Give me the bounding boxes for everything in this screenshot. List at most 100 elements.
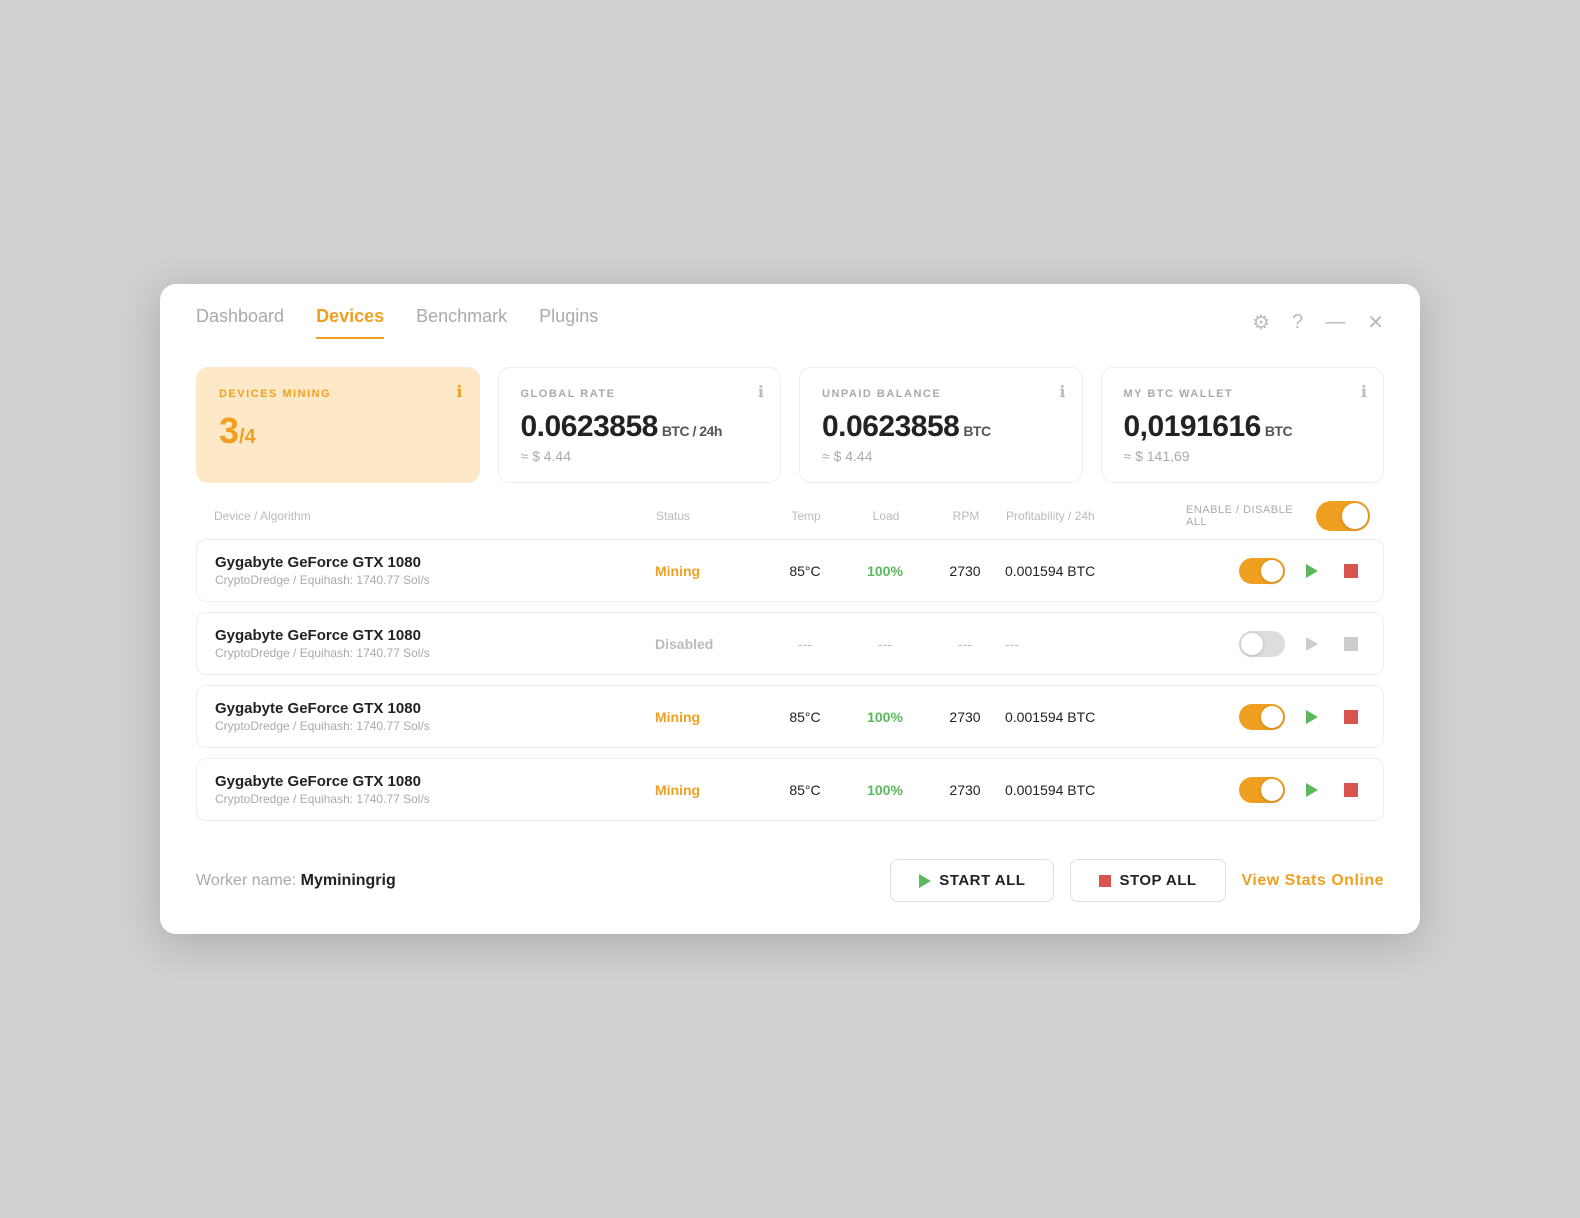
view-stats-button[interactable]: View Stats Online <box>1242 872 1384 890</box>
th-device: Device / Algorithm <box>214 509 656 523</box>
start-all-play-icon <box>919 874 931 888</box>
device-algo-4: CryptoDredge / Equihash: 1740.77 Sol/s <box>215 792 655 806</box>
tab-plugins[interactable]: Plugins <box>539 306 598 339</box>
stat-usd-unpaid: ≈ $ 4.44 <box>822 448 1060 464</box>
device-toggle-1[interactable] <box>1239 558 1285 584</box>
stop-all-button[interactable]: STOP ALL <box>1070 859 1225 902</box>
stat-card-btc-wallet: ℹ MY BTC WALLET 0,0191616BTC ≈ $ 141,69 <box>1101 367 1385 483</box>
stop-button-3[interactable] <box>1337 703 1365 731</box>
device-profit-3: 0.001594 BTC <box>1005 709 1185 725</box>
stats-row: ℹ DEVICES MINING 3/4 ℹ GLOBAL RATE 0.062… <box>160 339 1420 501</box>
info-icon-unpaid[interactable]: ℹ <box>1059 382 1065 402</box>
th-status: Status <box>656 509 766 523</box>
play-button-3[interactable] <box>1297 703 1325 731</box>
stat-usd-global-rate: ≈ $ 4.44 <box>521 448 759 464</box>
settings-icon[interactable]: ⚙ <box>1252 310 1270 335</box>
device-rpm-4: 2730 <box>925 782 1005 798</box>
device-status-3: Mining <box>655 709 765 725</box>
device-rpm-1: 2730 <box>925 563 1005 579</box>
device-info-2: Gygabyte GeForce GTX 1080 CryptoDredge /… <box>215 627 655 660</box>
play-button-1[interactable] <box>1297 557 1325 585</box>
device-profit-1: 0.001594 BTC <box>1005 563 1185 579</box>
table-row: Gygabyte GeForce GTX 1080 CryptoDredge /… <box>196 685 1384 748</box>
device-temp-4: 85°C <box>765 782 845 798</box>
device-toggle-2[interactable] <box>1239 631 1285 657</box>
device-load-2: --- <box>845 636 925 652</box>
device-name-2: Gygabyte GeForce GTX 1080 <box>215 627 655 644</box>
stat-value-devices: 3/4 <box>219 410 457 452</box>
tab-benchmark[interactable]: Benchmark <box>416 306 507 339</box>
stat-label-devices: DEVICES MINING <box>219 388 457 400</box>
table-header: Device / Algorithm Status Temp Load RPM … <box>196 501 1384 539</box>
info-icon-btc[interactable]: ℹ <box>1361 382 1367 402</box>
stat-value-unpaid: 0.0623858BTC <box>822 410 1060 444</box>
device-temp-1: 85°C <box>765 563 845 579</box>
help-icon[interactable]: ? <box>1292 311 1303 334</box>
stat-value-btc: 0,0191616BTC <box>1124 410 1362 444</box>
footer: Worker name: Myminingrig START ALL STOP … <box>160 831 1420 934</box>
info-icon-global-rate[interactable]: ℹ <box>758 382 764 402</box>
close-icon[interactable]: ✕ <box>1367 310 1384 335</box>
device-algo-3: CryptoDredge / Equihash: 1740.77 Sol/s <box>215 719 655 733</box>
device-toggle-4[interactable] <box>1239 777 1285 803</box>
enable-disable-all-toggle[interactable] <box>1316 501 1366 531</box>
th-temp: Temp <box>766 509 846 523</box>
device-temp-3: 85°C <box>765 709 845 725</box>
device-algo-2: CryptoDredge / Equihash: 1740.77 Sol/s <box>215 646 655 660</box>
stat-label-btc: MY BTC WALLET <box>1124 388 1362 400</box>
row-controls-3 <box>1185 703 1365 731</box>
play-button-2[interactable] <box>1297 630 1325 658</box>
worker-name-display: Worker name: Myminingrig <box>196 872 396 890</box>
device-load-4: 100% <box>845 782 925 798</box>
main-window: Dashboard Devices Benchmark Plugins ⚙ ? … <box>160 284 1420 934</box>
row-controls-2 <box>1185 630 1365 658</box>
device-name-1: Gygabyte GeForce GTX 1080 <box>215 554 655 571</box>
device-rpm-3: 2730 <box>925 709 1005 725</box>
titlebar: Dashboard Devices Benchmark Plugins ⚙ ? … <box>160 284 1420 339</box>
device-rpm-2: --- <box>925 636 1005 652</box>
stat-card-global-rate: ℹ GLOBAL RATE 0.0623858BTC / 24h ≈ $ 4.4… <box>498 367 782 483</box>
th-load: Load <box>846 509 926 523</box>
row-controls-4 <box>1185 776 1365 804</box>
footer-actions: START ALL STOP ALL View Stats Online <box>890 859 1384 902</box>
device-load-3: 100% <box>845 709 925 725</box>
device-status-1: Mining <box>655 563 765 579</box>
device-load-1: 100% <box>845 563 925 579</box>
device-algo-1: CryptoDredge / Equihash: 1740.77 Sol/s <box>215 573 655 587</box>
tab-devices[interactable]: Devices <box>316 306 384 339</box>
device-temp-2: --- <box>765 636 845 652</box>
table-row: Gygabyte GeForce GTX 1080 CryptoDredge /… <box>196 612 1384 675</box>
device-name-4: Gygabyte GeForce GTX 1080 <box>215 773 655 790</box>
window-controls: ⚙ ? — ✕ <box>1252 310 1384 335</box>
start-all-button[interactable]: START ALL <box>890 859 1054 902</box>
device-info-1: Gygabyte GeForce GTX 1080 CryptoDredge /… <box>215 554 655 587</box>
nav-tabs: Dashboard Devices Benchmark Plugins <box>196 306 598 339</box>
minimize-icon[interactable]: — <box>1325 311 1345 334</box>
stat-label-unpaid: UNPAID BALANCE <box>822 388 1060 400</box>
tab-dashboard[interactable]: Dashboard <box>196 306 284 339</box>
stop-button-1[interactable] <box>1337 557 1365 585</box>
device-table: Device / Algorithm Status Temp Load RPM … <box>160 501 1420 821</box>
device-profit-2: --- <box>1005 636 1185 652</box>
table-row: Gygabyte GeForce GTX 1080 CryptoDredge /… <box>196 539 1384 602</box>
device-profit-4: 0.001594 BTC <box>1005 782 1185 798</box>
device-status-4: Mining <box>655 782 765 798</box>
th-enable-disable: ENABLE / DISABLE ALL <box>1186 501 1366 531</box>
th-rpm: RPM <box>926 509 1006 523</box>
stop-button-4[interactable] <box>1337 776 1365 804</box>
th-profitability: Profitability / 24h <box>1006 509 1186 523</box>
stat-card-unpaid-balance: ℹ UNPAID BALANCE 0.0623858BTC ≈ $ 4.44 <box>799 367 1083 483</box>
stop-button-2[interactable] <box>1337 630 1365 658</box>
device-toggle-3[interactable] <box>1239 704 1285 730</box>
device-info-4: Gygabyte GeForce GTX 1080 CryptoDredge /… <box>215 773 655 806</box>
table-row: Gygabyte GeForce GTX 1080 CryptoDredge /… <box>196 758 1384 821</box>
row-controls-1 <box>1185 557 1365 585</box>
stat-usd-btc: ≈ $ 141,69 <box>1124 448 1362 464</box>
stat-value-global-rate: 0.0623858BTC / 24h <box>521 410 759 444</box>
stop-all-stop-icon <box>1099 875 1111 887</box>
device-name-3: Gygabyte GeForce GTX 1080 <box>215 700 655 717</box>
device-status-2: Disabled <box>655 636 765 652</box>
device-info-3: Gygabyte GeForce GTX 1080 CryptoDredge /… <box>215 700 655 733</box>
info-icon-devices[interactable]: ℹ <box>456 382 462 402</box>
play-button-4[interactable] <box>1297 776 1325 804</box>
